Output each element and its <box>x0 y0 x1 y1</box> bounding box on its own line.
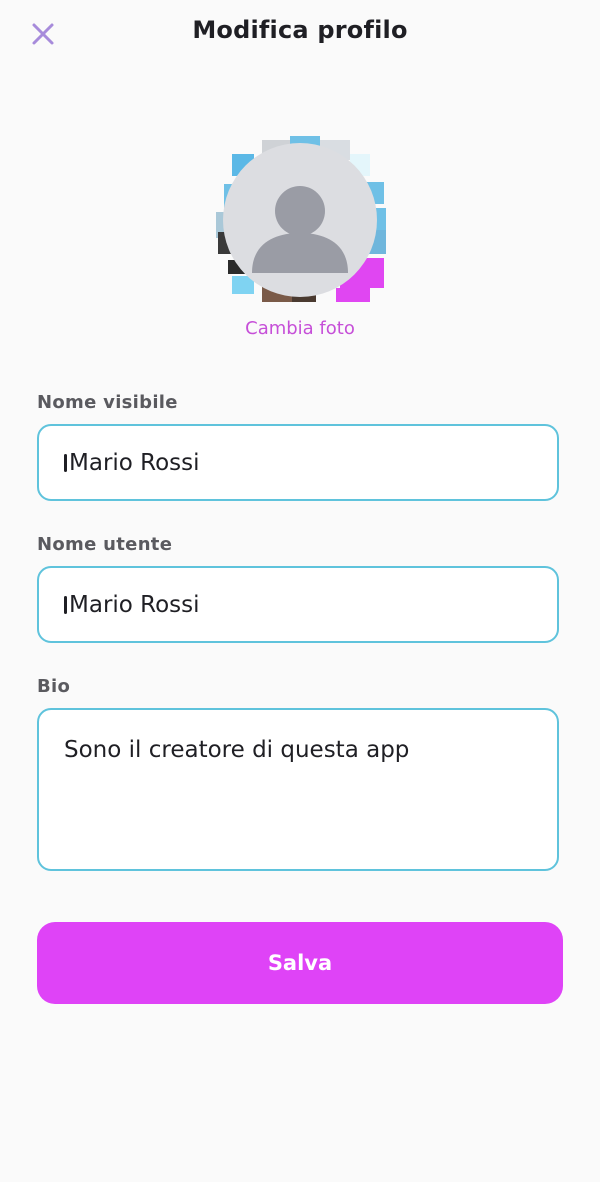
user-silhouette-icon <box>252 186 348 273</box>
change-photo-link[interactable]: Cambia foto <box>0 318 600 339</box>
username-label: Nome utente <box>37 534 173 555</box>
bio-label: Bio <box>37 676 71 697</box>
save-button[interactable]: Salva <box>37 922 563 1004</box>
text-cursor <box>64 595 67 614</box>
text-cursor <box>64 453 67 472</box>
page-title: Modifica profilo <box>192 16 408 44</box>
username-field[interactable]: Mario Rossi <box>37 566 559 643</box>
bio-field[interactable]: Sono il creatore di questa app <box>37 708 559 871</box>
header-bar: Modifica profilo <box>0 0 600 68</box>
profile-photo[interactable] <box>210 132 390 312</box>
bio-value: Sono il creatore di questa app <box>64 737 410 763</box>
display-name-value: Mario Rossi <box>69 449 200 476</box>
avatar[interactable] <box>223 143 377 297</box>
username-value: Mario Rossi <box>69 591 200 618</box>
display-name-label: Nome visibile <box>37 392 178 413</box>
display-name-field[interactable]: Mario Rossi <box>37 424 559 501</box>
